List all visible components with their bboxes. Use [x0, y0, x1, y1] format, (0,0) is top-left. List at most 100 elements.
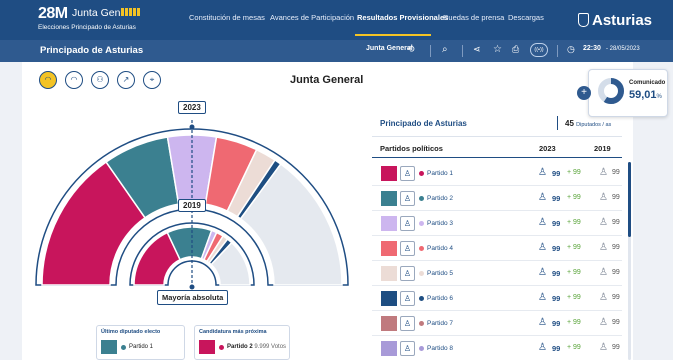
seats-2019: 99 [612, 244, 620, 251]
person-icon: ♙ [538, 242, 547, 253]
seats-2023: 99 [552, 344, 561, 353]
seats-2023: 99 [552, 244, 561, 253]
party-name: Partido 8 [427, 345, 454, 352]
next-candidate-title: Candidatura más próxima [199, 329, 267, 335]
person-icon: ♙ [599, 192, 608, 203]
table-row[interactable]: ♙ Partido 1 ♙ 99 + 99 ♙ 99 [372, 162, 622, 186]
next-candidate-card: Candidatura más próxima Partido 2 9.999 … [194, 325, 290, 360]
person-icon[interactable]: ♙ [400, 266, 415, 281]
seats-2019: 99 [612, 169, 620, 176]
person-icon[interactable]: ♙ [400, 341, 415, 356]
party-name: Partido 3 [427, 220, 454, 227]
table-row[interactable]: ♙ Partido 2 ♙ 99 + 99 ♙ 99 [372, 187, 622, 211]
person-icon[interactable]: ♙ [400, 166, 415, 181]
seats-delta: + 99 [567, 194, 581, 201]
seats-total: 45 Diputados / as [565, 119, 612, 128]
party-dot [419, 171, 424, 176]
party-dot [419, 321, 424, 326]
seats-delta: + 99 [567, 269, 581, 276]
year-label-2023: 2023 [178, 101, 206, 114]
person-icon: ♙ [538, 342, 547, 353]
person-icon: ♙ [599, 342, 608, 353]
seats-delta: + 99 [567, 294, 581, 301]
person-icon[interactable]: ♙ [400, 191, 415, 206]
seats-2019: 99 [612, 319, 620, 326]
party-dot [419, 346, 424, 351]
seats-2023: 99 [552, 219, 561, 228]
party-dot [419, 246, 424, 251]
person-icon: ♙ [538, 317, 547, 328]
party-swatch [381, 216, 397, 231]
party-swatch [381, 291, 397, 306]
person-icon: ♙ [538, 192, 547, 203]
party-swatch [381, 166, 397, 181]
last-elected-party: Partido 1 [129, 344, 154, 350]
party-name: Partido 4 [427, 245, 454, 252]
party-dot [419, 196, 424, 201]
party-name: Partido 1 [427, 170, 454, 177]
person-icon: ♙ [538, 217, 547, 228]
majority-dot [189, 124, 195, 130]
party-swatch [381, 316, 397, 331]
table-row[interactable]: ♙ Partido 6 ♙ 99 + 99 ♙ 99 [372, 287, 622, 311]
person-icon: ♙ [538, 292, 547, 303]
party-swatch [101, 340, 117, 354]
seats-2019: 99 [612, 269, 620, 276]
year-label-2019: 2019 [178, 199, 206, 212]
scrollbar-thumb[interactable] [628, 162, 631, 237]
party-name: Partido 7 [427, 320, 454, 327]
table-row[interactable]: ♙ Partido 3 ♙ 99 + 99 ♙ 99 [372, 212, 622, 236]
party-dot [419, 296, 424, 301]
seats-delta: + 99 [567, 169, 581, 176]
party-swatch [381, 241, 397, 256]
party-dot [419, 271, 424, 276]
seats-2019: 99 [612, 344, 620, 351]
seats-2023: 99 [552, 319, 561, 328]
results-column-headers: Partidos políticos 2023 2019 [372, 136, 622, 158]
person-icon[interactable]: ♙ [400, 316, 415, 331]
party-swatch [381, 341, 397, 356]
person-icon[interactable]: ♙ [400, 291, 415, 306]
seats-2023: 99 [552, 169, 561, 178]
next-candidate-text: Partido 2 9.999 Votos [227, 344, 287, 350]
person-icon[interactable]: ♙ [400, 216, 415, 231]
party-dot [121, 345, 126, 350]
seats-2023: 99 [552, 269, 561, 278]
table-row[interactable]: ♙ Partido 8 ♙ 99 + 99 ♙ 99 [372, 337, 622, 360]
table-row[interactable]: ♙ Partido 5 ♙ 99 + 99 ♙ 99 [372, 262, 622, 286]
seats-delta: + 99 [567, 244, 581, 251]
person-icon: ♙ [538, 167, 547, 178]
col-2019: 2019 [594, 144, 611, 153]
person-icon: ♙ [599, 267, 608, 278]
col-parties: Partidos políticos [380, 144, 443, 153]
seats-2023: 99 [552, 294, 561, 303]
party-name: Partido 6 [427, 295, 454, 302]
person-icon: ♙ [599, 317, 608, 328]
person-icon: ♙ [599, 242, 608, 253]
party-swatch [199, 340, 215, 354]
seats-2019: 99 [612, 194, 620, 201]
party-name: Partido 5 [427, 270, 454, 277]
seats-delta: + 99 [567, 219, 581, 226]
person-icon[interactable]: ♙ [400, 241, 415, 256]
table-row[interactable]: ♙ Partido 4 ♙ 99 + 99 ♙ 99 [372, 237, 622, 261]
person-icon: ♙ [599, 167, 608, 178]
majority-label: Mayoría absoluta [157, 290, 229, 305]
seats-2019: 99 [612, 294, 620, 301]
col-2023: 2023 [539, 144, 556, 153]
seats-delta: + 99 [567, 344, 581, 351]
seats-2023: 99 [552, 194, 561, 203]
last-elected-title: Último diputado electo [101, 329, 161, 335]
seats-delta: + 99 [567, 319, 581, 326]
divider [557, 116, 558, 130]
last-elected-card: Último diputado electo Partido 1 [96, 325, 185, 360]
party-swatch [381, 266, 397, 281]
table-row[interactable]: ♙ Partido 7 ♙ 99 + 99 ♙ 99 [372, 312, 622, 336]
majority-dot [189, 284, 195, 290]
party-dot [219, 345, 224, 350]
person-icon: ♙ [599, 217, 608, 228]
results-header: Principado de Asturias 45 Diputados / as [378, 113, 623, 135]
party-swatch [381, 191, 397, 206]
seats-2019: 99 [612, 219, 620, 226]
results-region: Principado de Asturias [380, 119, 467, 128]
